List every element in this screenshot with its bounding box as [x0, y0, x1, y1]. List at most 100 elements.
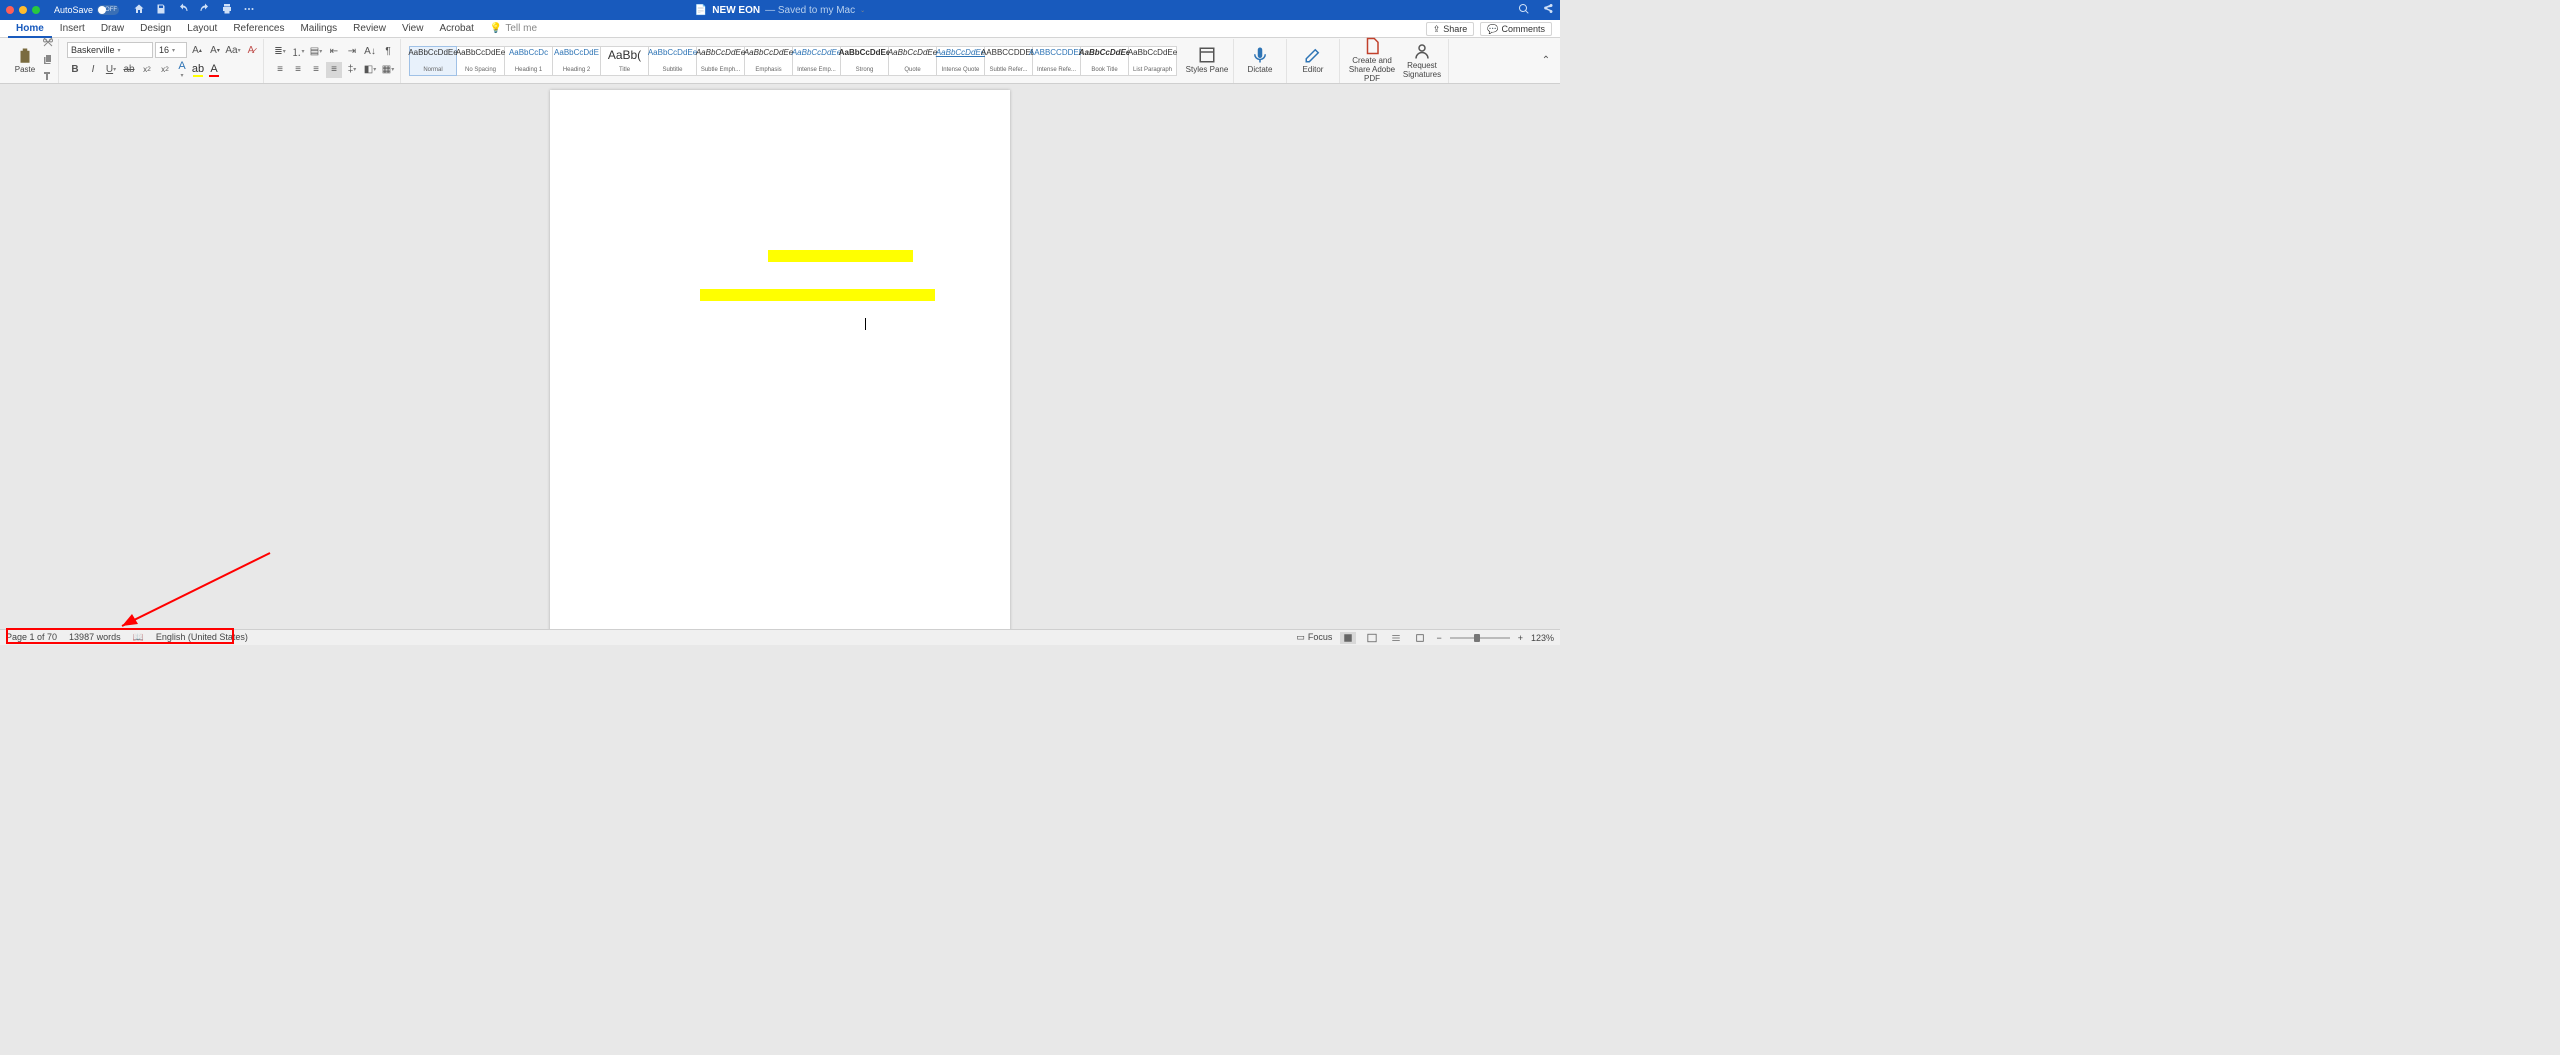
print-icon[interactable]	[221, 3, 233, 18]
highlighted-text-2[interactable]	[700, 289, 935, 301]
clear-formatting-icon[interactable]: A̷	[243, 42, 259, 58]
maximize-window-icon[interactable]	[32, 6, 40, 14]
tab-home[interactable]: Home	[8, 20, 52, 38]
style-intense-emp-[interactable]: AaBbCcDdEeIntense Emp...	[793, 46, 841, 76]
style-emphasis[interactable]: AaBbCcDdEeEmphasis	[745, 46, 793, 76]
create-share-pdf-button[interactable]: Create and Share Adobe PDF	[1344, 37, 1400, 83]
superscript-icon[interactable]: x2	[157, 62, 173, 78]
style-strong[interactable]: AaBbCcDdEeStrong	[841, 46, 889, 76]
tab-layout[interactable]: Layout	[179, 20, 225, 38]
tab-mailings[interactable]: Mailings	[292, 20, 345, 38]
style-intense-quote[interactable]: AaBbCcDdEeIntense Quote	[937, 46, 985, 76]
more-icon[interactable]	[243, 3, 255, 18]
style-book-title[interactable]: AaBbCcDdEeBook Title	[1081, 46, 1129, 76]
show-marks-icon[interactable]: ¶	[380, 44, 396, 60]
multilevel-list-icon[interactable]: ▤▾	[308, 44, 324, 60]
increase-indent-icon[interactable]: ⇥	[344, 44, 360, 60]
window-controls	[6, 6, 40, 14]
styles-pane-button[interactable]: Styles Pane	[1185, 46, 1229, 75]
zoom-in-icon[interactable]: +	[1518, 633, 1523, 643]
focus-mode-button[interactable]: ▭Focus	[1296, 632, 1332, 643]
tab-references[interactable]: References	[225, 20, 292, 38]
print-layout-view-icon[interactable]	[1340, 632, 1356, 644]
style-intense-refe-[interactable]: AABBCCDDEEIntense Refe...	[1033, 46, 1081, 76]
draft-view-icon[interactable]	[1412, 632, 1428, 644]
paste-button[interactable]: Paste	[10, 47, 40, 74]
outline-view-icon[interactable]	[1388, 632, 1404, 644]
decrease-font-icon[interactable]: A▾	[207, 42, 223, 58]
undo-icon[interactable]	[177, 3, 189, 18]
align-center-icon[interactable]: ≡	[290, 62, 306, 78]
numbering-icon[interactable]: ⒈▾	[290, 44, 306, 60]
collapse-ribbon-icon[interactable]: ⌃	[1538, 53, 1554, 69]
highlight-color-icon[interactable]: ab	[191, 63, 205, 77]
minimize-window-icon[interactable]	[19, 6, 27, 14]
page-count[interactable]: Page 1 of 70	[6, 632, 57, 643]
borders-icon[interactable]: ▦▾	[380, 62, 396, 78]
style-normal[interactable]: AaBbCcDdEeNormal	[409, 46, 457, 76]
chevron-down-icon[interactable]: ⌄	[860, 7, 865, 14]
word-count[interactable]: 13987 words	[69, 632, 121, 643]
justify-icon[interactable]: ≡	[326, 62, 342, 78]
bold-icon[interactable]: B	[67, 62, 83, 78]
copy-icon[interactable]	[42, 53, 54, 68]
spell-check-icon[interactable]: 📖	[133, 632, 144, 643]
autosave-toggle[interactable]: AutoSave OFF	[54, 5, 119, 15]
style-quote[interactable]: AaBbCcDdEeQuote	[889, 46, 937, 76]
decrease-indent-icon[interactable]: ⇤	[326, 44, 342, 60]
tab-insert[interactable]: Insert	[52, 20, 93, 38]
subscript-icon[interactable]: x2	[139, 62, 155, 78]
line-spacing-icon[interactable]: ‡▾	[344, 62, 360, 78]
share-button[interactable]: ⇪Share	[1426, 22, 1475, 36]
zoom-slider[interactable]	[1450, 637, 1510, 639]
font-name-combo[interactable]: Baskerville▾	[67, 42, 153, 58]
web-layout-view-icon[interactable]	[1364, 632, 1380, 644]
highlighted-text-1[interactable]	[768, 250, 913, 262]
format-painter-icon[interactable]	[42, 70, 54, 85]
page[interactable]	[550, 90, 1010, 629]
style-no-spacing[interactable]: AaBbCcDdEeNo Spacing	[457, 46, 505, 76]
request-signatures-button[interactable]: Request Signatures	[1400, 37, 1444, 83]
zoom-out-icon[interactable]: −	[1436, 633, 1441, 643]
save-icon[interactable]	[155, 3, 167, 18]
style-heading-2[interactable]: AaBbCcDdEHeading 2	[553, 46, 601, 76]
style-subtle-emph-[interactable]: AaBbCcDdEeSubtle Emph...	[697, 46, 745, 76]
text-effects-icon[interactable]: A▾	[175, 60, 189, 79]
style-list-paragraph[interactable]: AaBbCcDdEeList Paragraph	[1129, 46, 1177, 76]
underline-icon[interactable]: U▾	[103, 62, 119, 78]
font-size-combo[interactable]: 16▾	[155, 42, 187, 58]
comments-button[interactable]: 💬Comments	[1480, 22, 1552, 36]
tab-view[interactable]: View	[394, 20, 432, 38]
cut-icon[interactable]	[42, 36, 54, 51]
italic-icon[interactable]: I	[85, 62, 101, 78]
style-subtle-refer-[interactable]: AABBCCDDEESubtle Refer...	[985, 46, 1033, 76]
strikethrough-icon[interactable]: ab	[121, 62, 137, 78]
share-title-icon[interactable]	[1542, 3, 1554, 18]
editor-button[interactable]: Editor	[1291, 46, 1335, 75]
document-canvas[interactable]	[0, 84, 1560, 629]
zoom-level[interactable]: 123%	[1531, 633, 1554, 643]
align-left-icon[interactable]: ≡	[272, 62, 288, 78]
autosave-switch[interactable]: OFF	[97, 5, 119, 15]
shading-icon[interactable]: ◧▾	[362, 62, 378, 78]
bullets-icon[interactable]: ≣▾	[272, 44, 288, 60]
font-color-icon[interactable]: A	[207, 63, 221, 77]
language-status[interactable]: English (United States)	[156, 632, 248, 643]
redo-icon[interactable]	[199, 3, 211, 18]
style-title[interactable]: AaBb(Title	[601, 46, 649, 76]
home-icon[interactable]	[133, 3, 145, 18]
search-icon[interactable]	[1518, 3, 1530, 18]
style-subtitle[interactable]: AaBbCcDdEeSubtitle	[649, 46, 697, 76]
close-window-icon[interactable]	[6, 6, 14, 14]
sort-icon[interactable]: A↓	[362, 44, 378, 60]
style-heading-1[interactable]: AaBbCcDcHeading 1	[505, 46, 553, 76]
align-right-icon[interactable]: ≡	[308, 62, 324, 78]
dictate-button[interactable]: Dictate	[1238, 46, 1282, 75]
tab-review[interactable]: Review	[345, 20, 394, 38]
tell-me-search[interactable]: 💡 Tell me	[490, 23, 537, 34]
tab-draw[interactable]: Draw	[93, 20, 132, 38]
tab-design[interactable]: Design	[132, 20, 179, 38]
tab-acrobat[interactable]: Acrobat	[431, 20, 481, 38]
increase-font-icon[interactable]: A▴	[189, 42, 205, 58]
change-case-icon[interactable]: Aa▾	[225, 42, 241, 58]
